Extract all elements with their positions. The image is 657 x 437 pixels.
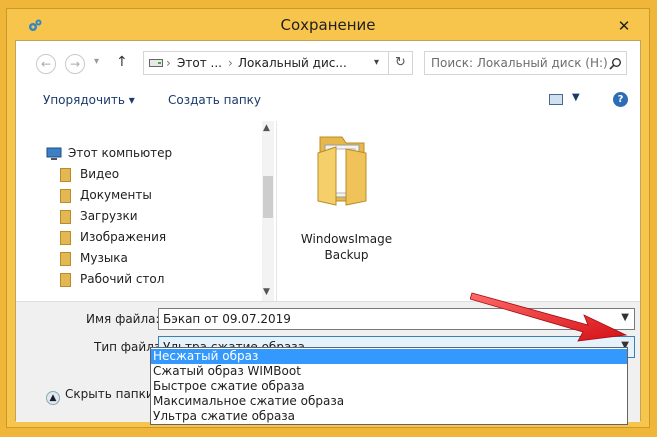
tree-item-label: Этот компьютер (68, 146, 173, 160)
tree-item-this-pc[interactable]: Этот компьютер (46, 146, 256, 162)
chevron-up-icon: ▲ (46, 391, 60, 405)
file-type-option[interactable]: Несжатый образ (151, 349, 627, 364)
file-name-label: Имя файла: (86, 312, 160, 326)
new-folder-button[interactable]: Создать папку (168, 93, 261, 107)
tree-item-desktop[interactable]: Рабочий стол (60, 272, 250, 288)
downloads-folder-icon (60, 210, 71, 224)
recent-locations-button[interactable]: ▾ (94, 56, 99, 67)
search-input[interactable]: Поиск: Локальный диск (H:) (424, 51, 627, 75)
drive-icon (149, 59, 163, 67)
breadcrumb-separator: › (228, 56, 233, 70)
tree-item-label: Документы (80, 188, 152, 202)
search-icon (609, 58, 621, 70)
window-title: Сохранение (280, 16, 376, 34)
hide-folders-button[interactable]: ▲ Скрыть папки (46, 387, 154, 405)
scroll-up-icon[interactable]: ▲ (263, 123, 270, 133)
tree-item-label: Рабочий стол (80, 272, 165, 286)
breadcrumb-this-pc[interactable]: Этот ... (177, 56, 222, 70)
file-type-option[interactable]: Максимальное сжатие образа (151, 394, 627, 409)
file-name-value: Бэкап от 09.07.2019 (163, 312, 291, 326)
tree-item-pictures[interactable]: Изображения (60, 230, 250, 246)
view-icon[interactable] (549, 94, 563, 105)
list-item[interactable]: WindowsImageBackup (277, 121, 417, 291)
documents-folder-icon (60, 189, 71, 203)
file-type-option[interactable]: Ультра сжатие образа (151, 409, 627, 424)
music-folder-icon (60, 252, 71, 266)
refresh-button[interactable]: ↻ (389, 51, 413, 75)
tree-item-videos[interactable]: Видео (60, 167, 250, 183)
view-options-caret-icon[interactable]: ▼ (572, 92, 580, 103)
scroll-down-icon[interactable]: ▼ (263, 287, 270, 297)
file-type-option[interactable]: Быстрое сжатие образа (151, 379, 627, 394)
navigation-bar: ← → ▾ ↑ › Этот ... › Локальный дис... ▾ … (16, 41, 640, 79)
window: Сохранение ✕ ← → ▾ ↑ › Этот ... › Локаль… (0, 0, 657, 437)
scroll-thumb[interactable] (263, 176, 273, 218)
title-bar[interactable]: Сохранение ✕ (7, 9, 649, 40)
tree-item-label: Изображения (80, 230, 167, 244)
chevron-down-icon[interactable]: ▼ (621, 312, 629, 323)
breadcrumb-separator: › (166, 56, 171, 70)
up-button[interactable]: ↑ (116, 54, 128, 70)
tree-item-music[interactable]: Музыка (60, 251, 250, 267)
tree-item-downloads[interactable]: Загрузки (60, 209, 250, 225)
nav-pane-scrollbar[interactable]: ▲ ▼ (262, 121, 274, 301)
organize-button[interactable]: Упорядочить ▾ (43, 93, 135, 107)
close-button[interactable]: ✕ (611, 15, 637, 37)
hide-folders-label: Скрыть папки (65, 387, 154, 401)
pictures-folder-icon (60, 231, 71, 245)
file-type-option[interactable]: Сжатый образ WIMBoot (151, 364, 627, 379)
file-list: WindowsImageBackup (276, 121, 640, 301)
search-placeholder: Поиск: Локальный диск (H:) (431, 56, 608, 70)
video-folder-icon (60, 168, 71, 182)
tree-item-documents[interactable]: Документы (60, 188, 250, 204)
breadcrumb-local-disk[interactable]: Локальный дис... (238, 56, 347, 70)
forward-button[interactable]: → (65, 54, 85, 74)
command-bar: Упорядочить ▾ Создать папку ▼ ? (16, 85, 640, 117)
file-type-dropdown-list: Несжатый образ Сжатый образ WIMBoot Быст… (150, 347, 628, 425)
tree-item-label: Загрузки (80, 209, 138, 223)
help-button[interactable]: ? (613, 92, 628, 107)
folder-name: WindowsImageBackup (300, 232, 393, 262)
desktop-folder-icon (60, 273, 71, 287)
file-name-field[interactable]: Бэкап от 09.07.2019 ▼ (158, 308, 635, 330)
tree-item-label: Видео (80, 167, 120, 181)
back-button[interactable]: ← (36, 54, 56, 74)
folder-icon (317, 136, 367, 206)
computer-icon (46, 147, 62, 160)
tree-item-label: Музыка (80, 251, 128, 265)
navigation-pane: Этот компьютер Видео Документы Загрузки … (16, 121, 274, 301)
address-bar[interactable]: › Этот ... › Локальный дис... ▾ (143, 51, 389, 75)
address-dropdown-icon[interactable]: ▾ (374, 57, 379, 68)
